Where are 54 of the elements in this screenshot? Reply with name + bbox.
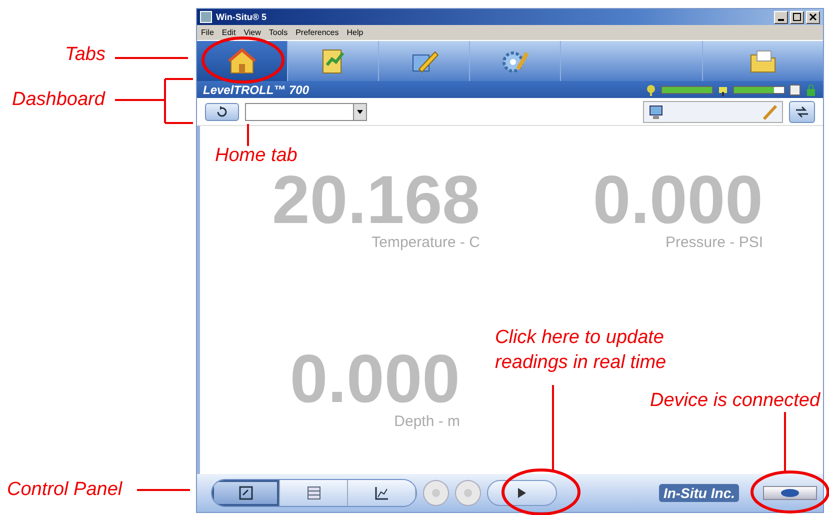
lock-icon	[805, 84, 817, 96]
callout-label: Control Panel	[7, 479, 122, 501]
gauge-icon	[238, 486, 252, 500]
arrows-icon	[795, 106, 809, 118]
dot-icon	[463, 488, 473, 498]
refresh-button[interactable]	[205, 102, 239, 120]
graph-icon	[374, 486, 388, 500]
view-button[interactable]	[348, 480, 416, 506]
app-icon	[200, 11, 212, 23]
bracket-line	[164, 78, 194, 124]
sync-button[interactable]	[789, 100, 815, 122]
menu-item[interactable]: Preferences	[296, 28, 339, 37]
menu-item[interactable]: Edit	[222, 28, 236, 37]
reading-value: 0.000	[592, 166, 763, 234]
window-title: Win-Situ® 5	[216, 12, 267, 22]
callout-label: Device is connected	[650, 390, 820, 412]
callout-label: Home tab	[215, 145, 298, 167]
close-icon	[809, 13, 817, 21]
reading-value: 20.168	[272, 166, 480, 234]
callout-label: Click here to update readings in real time	[495, 326, 668, 375]
leader-line	[137, 489, 190, 491]
caret-icon	[357, 110, 363, 114]
device-name: LevelTROLL™ 700	[203, 82, 310, 96]
play-icon	[518, 488, 526, 498]
refresh-icon	[215, 106, 229, 118]
house-icon	[227, 47, 257, 75]
reading-label: Temperature - C	[372, 234, 480, 251]
leader-line	[115, 99, 165, 101]
notepad-icon	[789, 84, 801, 96]
callout-label: Tabs	[65, 44, 106, 66]
maximize-button[interactable]	[790, 10, 804, 24]
view-button[interactable]	[280, 480, 348, 506]
play-button[interactable]	[487, 480, 557, 506]
probe-icon	[762, 104, 778, 120]
table-icon	[306, 486, 320, 500]
menu-item[interactable]: View	[244, 28, 261, 37]
minimize-button[interactable]	[774, 10, 788, 24]
device-select[interactable]	[245, 102, 367, 120]
view-button[interactable]	[212, 480, 280, 506]
maximize-icon	[793, 13, 801, 21]
leader-line	[247, 124, 249, 146]
close-button[interactable]	[806, 10, 820, 24]
antenna-icon	[645, 84, 657, 96]
menu-item[interactable]: File	[201, 28, 214, 37]
callout-label: Dashboard	[12, 89, 105, 111]
menu-item[interactable]: Help	[346, 28, 364, 37]
reading-label: Depth - m	[394, 413, 460, 430]
computer-icon	[648, 104, 664, 120]
leader-line	[784, 412, 786, 472]
company-logo: In-Situ Inc.	[659, 484, 739, 502]
menu-item[interactable]: Tools	[268, 28, 288, 37]
dot-icon	[431, 488, 441, 498]
reading-label: Pressure - PSI	[665, 234, 763, 251]
reading-value: 0.000	[290, 345, 460, 413]
